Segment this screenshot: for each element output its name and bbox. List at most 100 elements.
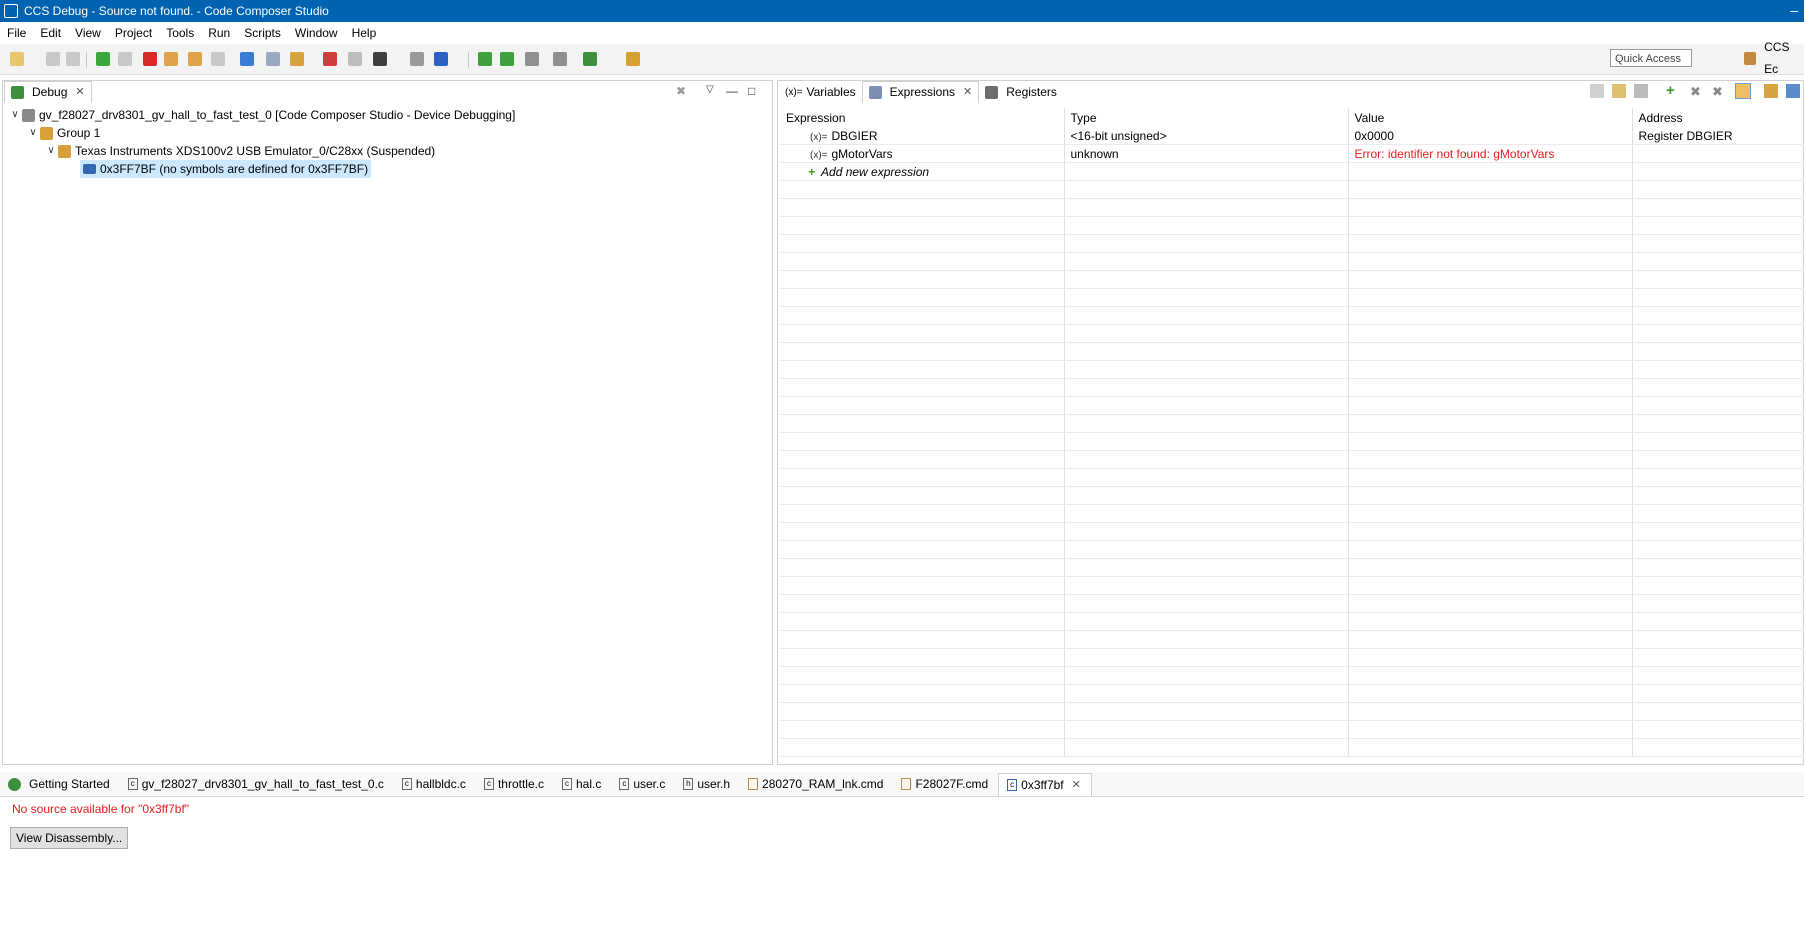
debug-icon[interactable] [583,52,597,66]
add-expression-row[interactable]: + Add new expression [780,162,1804,181]
tab-file[interactable]: c hal.c [554,773,611,795]
table-row[interactable]: (x)= DBGIER <16-bit unsigned> 0x0000 Regi… [780,127,1804,145]
empty-cell [1064,180,1349,199]
expression-cell[interactable]: (x)= DBGIER [780,127,1065,145]
step-return-icon[interactable] [211,52,225,66]
step-over-icon[interactable] [188,52,202,66]
menu-window[interactable]: Window [288,26,345,40]
empty-cell [1348,558,1633,577]
tab-debug[interactable]: Debug ✕ [4,81,92,103]
chevron-down-icon[interactable]: ∨ [44,142,58,160]
select-all-icon[interactable] [1612,84,1626,98]
empty-cell [1348,306,1633,325]
chevron-down-icon[interactable]: ∨ [8,106,22,124]
maximize-view-icon[interactable]: □ [748,84,762,98]
assembly-step-icon[interactable] [478,52,492,66]
empty-cell [1064,558,1349,577]
menu-edit[interactable]: Edit [33,26,68,40]
value-cell[interactable]: Error: identifier not found: gMotorVars [1348,144,1633,163]
profile-icon[interactable] [434,52,448,66]
resume-icon[interactable] [96,52,110,66]
tab-variables[interactable]: (x)= Variables [779,82,862,103]
view-menu-icon[interactable]: ▽ [706,84,720,98]
empty-cell [780,486,1065,505]
cmd-file-icon [901,778,912,790]
refresh-icon[interactable] [1735,83,1751,99]
skip-breakpoints-icon[interactable] [348,52,362,66]
new-icon[interactable] [10,52,24,66]
remove-icon[interactable]: ✖ [1690,84,1704,99]
load-icon[interactable] [290,52,304,66]
empty-cell [1348,522,1633,541]
tab-registers[interactable]: Registers [979,82,1063,103]
remove-terminated-icon[interactable]: ✖ [676,84,690,98]
table-row[interactable]: (x)= gMotorVars unknown Error: identifier… [780,144,1804,163]
add-icon[interactable]: + [1666,83,1680,98]
copy-icon[interactable] [1634,84,1648,98]
menu-file[interactable]: File [0,26,33,40]
reset-icon[interactable] [266,52,280,66]
menu-project[interactable]: Project [108,26,159,40]
remove-all-icon[interactable]: ✖ [1712,84,1726,99]
empty-cell [1064,594,1349,613]
tree-item-launch[interactable]: ∨ gv_f28027_drv8301_gv_hall_to_fast_test… [8,106,515,124]
menu-help[interactable]: Help [345,26,384,40]
empty-cell [1632,720,1804,739]
col-value[interactable]: Value [1348,108,1633,127]
empty-cell [1348,684,1633,703]
empty-cell [1632,522,1804,541]
tab-file-active[interactable]: c 0x3ff7bf ✕ [998,772,1092,796]
add-expression-cell[interactable]: + Add new expression [780,162,1065,181]
tab-file[interactable]: h user.h [675,773,740,795]
save-icon[interactable] [46,52,60,66]
restart-icon[interactable] [410,52,424,66]
tree-item-frame[interactable]: 0x3FF7BF (no symbols are defined for 0x3… [80,160,372,178]
value-cell[interactable]: 0x0000 [1348,127,1633,145]
col-address[interactable]: Address [1632,108,1804,127]
chevron-down-icon[interactable]: ∨ [26,124,40,142]
minimize-icon[interactable]: – [1790,2,1798,18]
collapse-icon[interactable] [1590,84,1604,98]
menu-scripts[interactable]: Scripts [237,26,288,40]
tab-file[interactable]: 280270_RAM_lnk.cmd [740,773,893,795]
tree-item-emulator[interactable]: ∨ Texas Instruments XDS100v2 USB Emulato… [44,142,435,160]
assembly-over-icon[interactable] [500,52,514,66]
minimize-view-icon[interactable]: — [726,84,740,98]
connect-icon[interactable] [240,52,254,66]
perspective-switcher[interactable]: CCS Ec [1744,40,1804,76]
new-view-icon[interactable] [1786,84,1800,98]
tab-file[interactable]: F28027F.cmd [893,773,998,795]
tab-file[interactable]: c gv_f28027_drv8301_gv_hall_to_fast_test_… [120,773,394,795]
empty-row [780,468,1804,487]
tab-getting-started[interactable]: Getting Started [0,773,120,795]
variable-icon: (x)= [810,131,828,143]
close-icon[interactable]: ✕ [75,82,84,103]
close-icon[interactable]: ✕ [963,82,972,103]
breakpoint-icon[interactable] [323,52,337,66]
suspend-icon[interactable] [118,52,132,66]
terminate-icon[interactable] [143,52,157,66]
tab-expressions[interactable]: Expressions ✕ [861,81,980,103]
search-icon[interactable] [525,52,539,66]
quick-access-input[interactable]: Quick Access [1610,49,1692,67]
col-type[interactable]: Type [1064,108,1349,127]
tab-file[interactable]: c user.c [611,773,675,795]
view-disassembly-button[interactable]: View Disassembly... [10,827,129,849]
empty-row [780,684,1804,703]
empty-cell [1632,342,1804,361]
tab-file[interactable]: c hallbldc.c [394,773,476,795]
tree-item-group[interactable]: ∨ Group 1 [26,124,100,142]
tab-file[interactable]: c throttle.c [476,773,554,795]
memory-icon[interactable] [553,52,567,66]
save-all-icon[interactable] [66,52,80,66]
menu-run[interactable]: Run [201,26,237,40]
menu-view[interactable]: View [68,26,108,40]
debug-config-icon[interactable] [373,52,387,66]
wand-icon[interactable] [626,52,640,66]
menu-tools[interactable]: Tools [159,26,201,40]
step-into-icon[interactable] [164,52,178,66]
col-expression[interactable]: Expression [780,108,1065,127]
export-icon[interactable] [1764,84,1778,98]
expression-cell[interactable]: (x)= gMotorVars [780,144,1065,163]
close-icon[interactable]: ✕ [1072,774,1081,796]
